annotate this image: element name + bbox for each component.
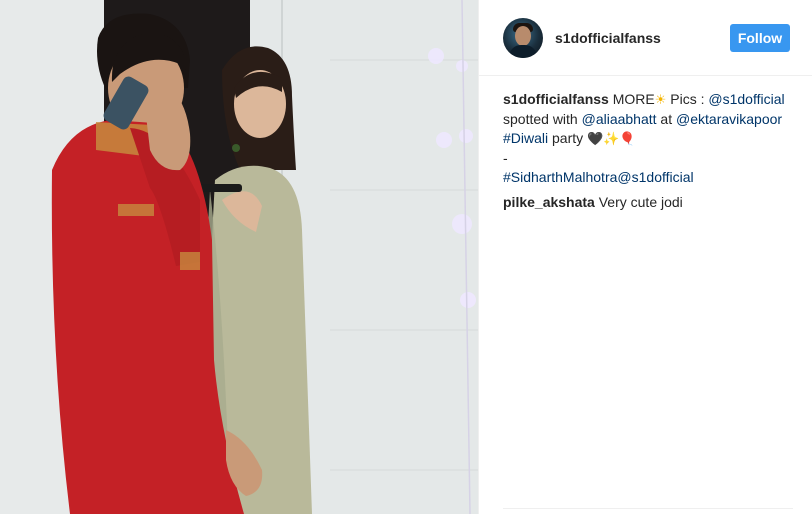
hashtag-link[interactable]: #Diwali [503, 130, 548, 146]
header-username[interactable]: s1dofficialfanss [555, 30, 661, 46]
caption-text: at [656, 111, 677, 127]
follow-button[interactable]: Follow [730, 24, 790, 52]
photo-illustration [0, 0, 478, 514]
mention-link[interactable]: @s1dofficial [617, 169, 693, 185]
hashtag-link[interactable]: #SidharthMalhotra [503, 169, 617, 185]
caption-text: party [548, 130, 588, 146]
comment-item: pilke_akshata Very cute jodi [503, 193, 793, 212]
profile-avatar-icon[interactable] [503, 18, 543, 58]
post-header: s1dofficialfanss Follow [479, 0, 812, 76]
comment-text: Very cute jodi [598, 194, 683, 210]
mention-link[interactable]: @aliaabhatt [582, 111, 657, 127]
black-heart-emoji-icon: 🖤 [587, 132, 604, 147]
mention-link[interactable]: @ektaravikapoor [676, 111, 782, 127]
caption-text: spotted with [503, 111, 582, 127]
caption-text: MORE [612, 91, 655, 107]
caption: s1dofficialfanss MORE☀ Pics : @s1doffici… [503, 90, 793, 187]
caption-username[interactable]: s1dofficialfanss [503, 91, 609, 107]
divider [503, 508, 793, 509]
sparkles-emoji-icon: ✨ [603, 132, 620, 147]
comments-section: s1dofficialfanss MORE☀ Pics : @s1doffici… [503, 90, 793, 218]
balloon-emoji-icon: 🎈 [619, 132, 636, 147]
caption-dash: - [503, 150, 508, 166]
caption-text: Pics : [666, 91, 709, 107]
post-photo[interactable] [0, 0, 478, 514]
post-sidebar: s1dofficialfanss Follow s1dofficialfanss… [478, 0, 812, 514]
sun-emoji-icon: ☀ [654, 93, 667, 108]
comment-username[interactable]: pilke_akshata [503, 194, 595, 210]
mention-link[interactable]: @s1dofficial [708, 91, 784, 107]
